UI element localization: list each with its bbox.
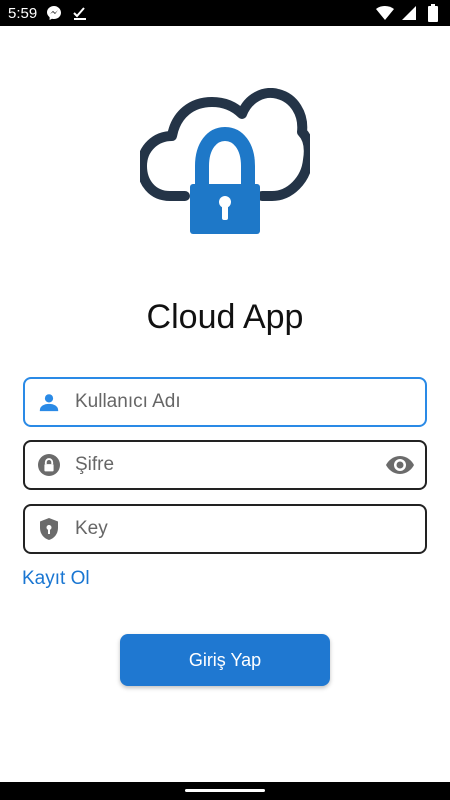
- status-left: 5:59: [8, 4, 89, 22]
- cloud-lock-icon: [137, 88, 314, 236]
- messenger-icon: [45, 4, 63, 22]
- navigation-bar: [0, 782, 450, 800]
- lock-icon: [37, 453, 61, 477]
- signal-icon: [400, 4, 418, 22]
- username-field[interactable]: [23, 377, 427, 427]
- password-input[interactable]: [75, 454, 385, 476]
- status-bar: 5:59: [0, 0, 450, 26]
- wifi-icon: [376, 4, 394, 22]
- status-right: [376, 4, 442, 22]
- battery-icon: [424, 4, 442, 22]
- key-input[interactable]: [75, 518, 425, 540]
- register-link[interactable]: Kayıt Ol: [22, 568, 90, 590]
- username-input[interactable]: [75, 391, 425, 413]
- shield-lock-icon: [37, 517, 61, 541]
- login-button[interactable]: Giriş Yap: [120, 634, 330, 686]
- app-title: Cloud App: [146, 298, 304, 336]
- key-field[interactable]: [23, 504, 427, 554]
- status-time: 5:59: [8, 4, 38, 22]
- password-field[interactable]: [23, 440, 427, 490]
- home-gesture-handle[interactable]: [185, 789, 265, 792]
- checkmark-icon: [71, 4, 89, 22]
- eye-icon[interactable]: [385, 453, 415, 477]
- person-icon: [37, 390, 61, 414]
